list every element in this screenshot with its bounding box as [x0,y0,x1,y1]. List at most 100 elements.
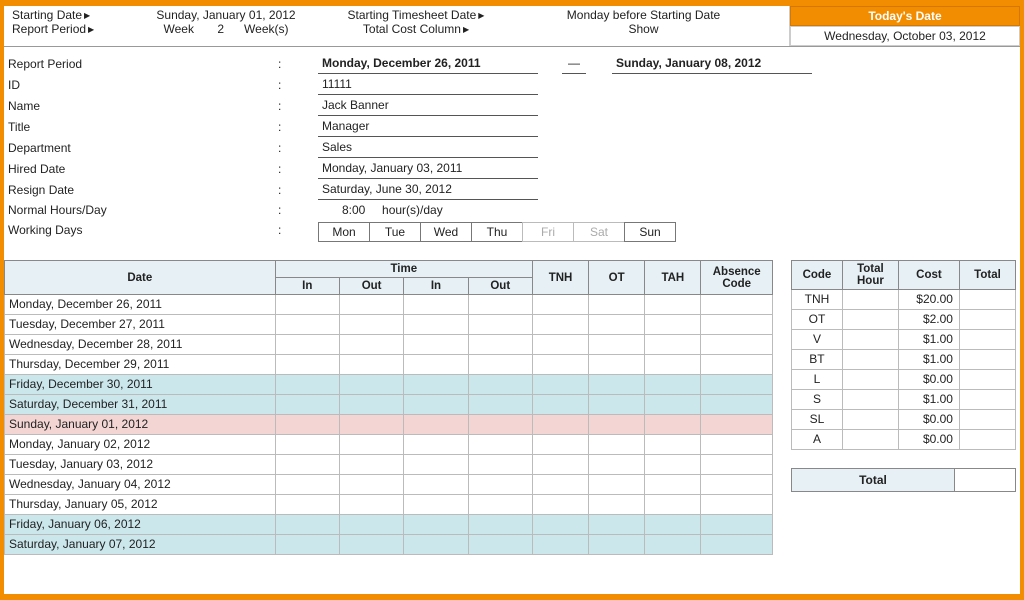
table-row: V $1.00 [792,330,1016,350]
col-absence: Absence Code [701,261,773,295]
date-cell[interactable]: Wednesday, January 04, 2012 [5,475,276,495]
col-tnh: TNH [532,261,588,295]
col-total-hour: Total Hour [842,261,898,290]
day-sat[interactable]: Sat [573,222,625,242]
date-cell[interactable]: Tuesday, January 03, 2012 [5,455,276,475]
codes-table: Code Total Hour Cost Total TNH$20.00OT$2… [791,260,1016,450]
col-ot: OT [589,261,645,295]
date-cell[interactable]: Saturday, January 07, 2012 [5,535,276,555]
col-time: Time [275,261,532,278]
hired-value[interactable]: Monday, January 03, 2011 [318,158,538,179]
report-period-to: Sunday, January 08, 2012 [612,53,812,74]
dept-label: Department [8,138,278,158]
table-row[interactable]: Friday, December 30, 2011 [5,375,773,395]
date-cell[interactable]: Saturday, December 31, 2011 [5,395,276,415]
title-value[interactable]: Manager [318,116,538,137]
cost-cell[interactable]: $2.00 [898,310,959,330]
id-value[interactable]: 11111 [318,74,538,95]
title-label: Title [8,117,278,137]
cost-cell[interactable]: $20.00 [898,290,959,310]
day-wed[interactable]: Wed [420,222,472,242]
top-bar: Starting Date Sunday, January 01, 2012 S… [4,6,1020,47]
hours-unit: hour(s)/day [382,203,443,217]
table-row: BT $1.00 [792,350,1016,370]
settings-panel: Starting Date Sunday, January 01, 2012 S… [4,6,790,46]
date-cell[interactable]: Monday, December 26, 2011 [5,295,276,315]
date-cell[interactable]: Thursday, December 29, 2011 [5,355,276,375]
working-days-row: MonTueWedThuFriSatSun [318,222,1020,242]
col-tah: TAH [645,261,701,295]
col-cost: Cost [898,261,959,290]
starting-date-label: Starting Date [12,8,90,22]
table-row[interactable]: Monday, December 26, 2011 [5,295,773,315]
col-total: Total [959,261,1015,290]
weeks-label: Week(s) [244,22,288,36]
cost-cell[interactable]: $0.00 [898,410,959,430]
report-period-from: Monday, December 26, 2011 [318,53,538,74]
cost-cell[interactable]: $1.00 [898,330,959,350]
resign-label: Resign Date [8,180,278,200]
cost-cell[interactable]: $1.00 [898,350,959,370]
codes-column: Code Total Hour Cost Total TNH$20.00OT$2… [791,260,1016,555]
day-tue[interactable]: Tue [369,222,421,242]
employee-info: Report Period : Monday, December 26, 201… [4,47,1020,248]
report-period-info-label: Report Period [8,54,278,74]
week-value[interactable]: 2 [217,22,224,36]
date-cell[interactable]: Thursday, January 05, 2012 [5,495,276,515]
date-cell[interactable]: Sunday, January 01, 2012 [5,415,276,435]
day-fri[interactable]: Fri [522,222,574,242]
table-row[interactable]: Saturday, January 07, 2012 [5,535,773,555]
table-row[interactable]: Sunday, January 01, 2012 [5,415,773,435]
date-cell[interactable]: Monday, January 02, 2012 [5,435,276,455]
todays-date-panel: Today's Date Wednesday, October 03, 2012 [790,6,1020,46]
name-value[interactable]: Jack Banner [318,95,538,116]
table-row: SL$0.00 [792,410,1016,430]
starting-ts-label: Starting Timesheet Date [348,8,485,22]
date-cell[interactable]: Tuesday, December 27, 2011 [5,315,276,335]
day-mon[interactable]: Mon [318,222,370,242]
date-cell[interactable]: Wednesday, December 28, 2011 [5,335,276,355]
starting-date-value[interactable]: Sunday, January 01, 2012 [126,8,326,22]
table-row[interactable]: Tuesday, January 03, 2012 [5,455,773,475]
hours-value[interactable]: 8:00 [342,203,365,217]
table-row[interactable]: Thursday, December 29, 2011 [5,355,773,375]
hours-label: Normal Hours/Day [8,200,278,220]
code-cell: L [792,370,843,390]
todays-date-header: Today's Date [790,6,1020,26]
code-cell: BT [792,350,843,370]
code-cell: V [792,330,843,350]
starting-ts-value[interactable]: Monday before Starting Date [506,8,781,22]
resign-value[interactable]: Saturday, June 30, 2012 [318,179,538,200]
grand-total-label: Total [792,469,955,491]
table-row: OT $2.00 [792,310,1016,330]
total-cost-value[interactable]: Show [506,22,781,36]
col-in1: In [275,278,339,295]
report-period-label: Report Period [12,22,94,36]
table-row[interactable]: Saturday, December 31, 2011 [5,395,773,415]
cost-cell[interactable]: $1.00 [898,390,959,410]
table-row[interactable]: Wednesday, January 04, 2012 [5,475,773,495]
dept-value[interactable]: Sales [318,137,538,158]
col-in2: In [404,278,468,295]
hired-label: Hired Date [8,159,278,179]
table-row[interactable]: Friday, January 06, 2012 [5,515,773,535]
cost-cell[interactable]: $0.00 [898,370,959,390]
main-area: Date Time TNH OT TAH Absence Code In Out… [4,248,1020,555]
name-label: Name [8,96,278,116]
col-out1: Out [339,278,403,295]
table-row[interactable]: Monday, January 02, 2012 [5,435,773,455]
cost-cell[interactable]: $0.00 [898,430,959,450]
code-cell: OT [792,310,843,330]
date-cell[interactable]: Friday, December 30, 2011 [5,375,276,395]
week-label: Week [164,22,194,36]
timesheet-table: Date Time TNH OT TAH Absence Code In Out… [4,260,773,555]
day-sun[interactable]: Sun [624,222,676,242]
table-row[interactable]: Tuesday, December 27, 2011 [5,315,773,335]
date-cell[interactable]: Friday, January 06, 2012 [5,515,276,535]
working-days-label: Working Days [8,220,278,240]
day-thu[interactable]: Thu [471,222,523,242]
table-row[interactable]: Thursday, January 05, 2012 [5,495,773,515]
todays-date-value: Wednesday, October 03, 2012 [790,26,1020,46]
total-cost-label: Total Cost Column [363,22,469,36]
table-row[interactable]: Wednesday, December 28, 2011 [5,335,773,355]
